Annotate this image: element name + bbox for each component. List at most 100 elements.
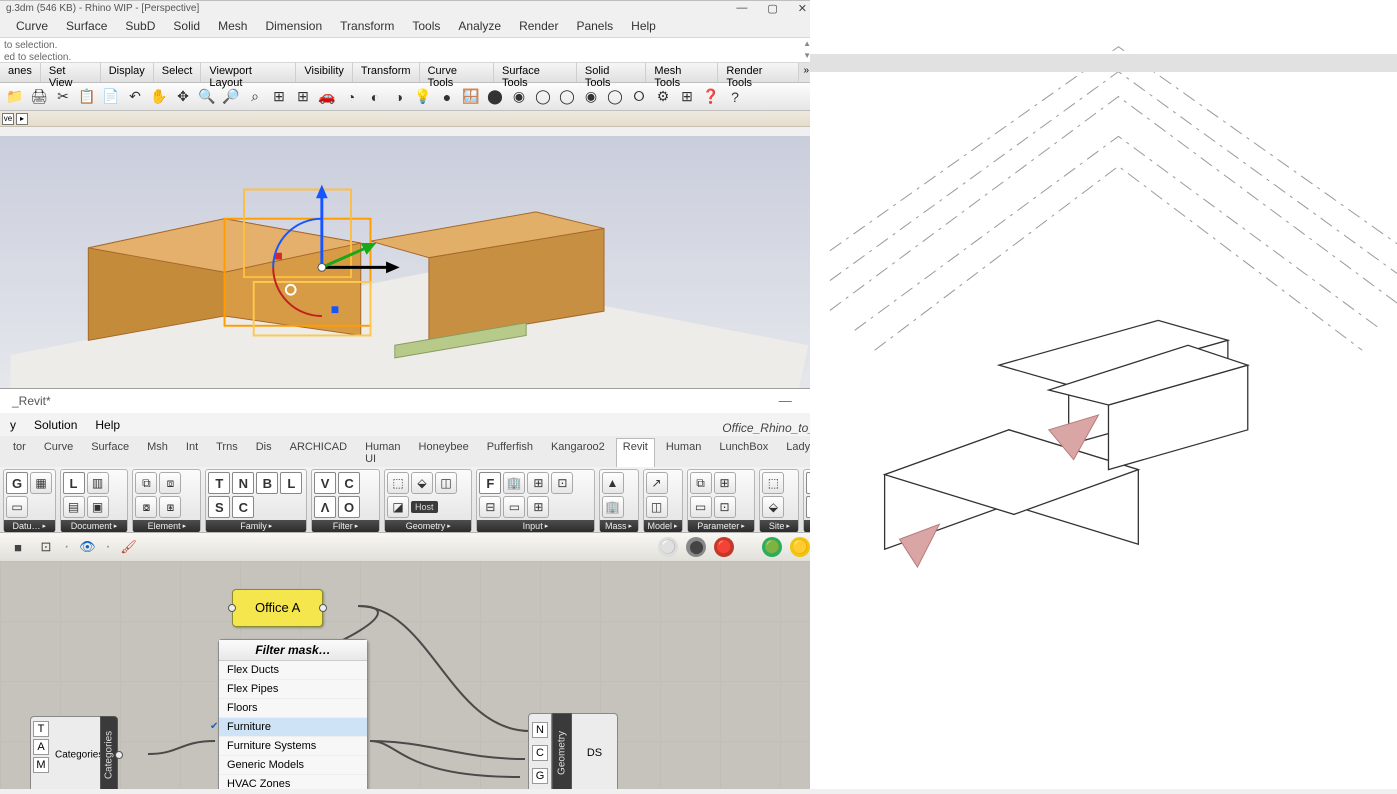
ribbon-panel-expand-icon[interactable]: ▸ xyxy=(43,522,47,530)
ribbon-tab-curve[interactable]: Curve xyxy=(37,438,80,467)
menu-subd[interactable]: SubD xyxy=(125,19,155,33)
toolbar-button-3[interactable]: 📋 xyxy=(76,86,98,108)
toolbar-button-9[interactable]: 🔎 xyxy=(220,86,242,108)
ribbon-tab-tor[interactable]: tor xyxy=(6,438,33,467)
ribbon-tool-icon[interactable]: ⊞ xyxy=(527,496,549,518)
toolbar-button-18[interactable]: ● xyxy=(436,86,458,108)
value-list-item[interactable]: Furniture Systems xyxy=(219,737,367,756)
ribbon-tab-surface[interactable]: Surface xyxy=(84,438,136,467)
shade-mode-icon[interactable]: ⚪ xyxy=(658,537,678,557)
toolbar-button-13[interactable]: 🚗 xyxy=(316,86,338,108)
minimize-button[interactable]: — xyxy=(779,393,792,409)
preview-color-icon[interactable]: 🟢 xyxy=(762,537,782,557)
node-input-port[interactable]: N xyxy=(532,722,548,738)
ribbon-tool-icon[interactable]: 🏢 xyxy=(503,472,525,494)
menu-solid[interactable]: Solid xyxy=(173,19,200,33)
ribbon-tool-icon[interactable]: ⊟ xyxy=(479,496,501,518)
menu-dimension[interactable]: Dimension xyxy=(265,19,322,33)
menu-mesh[interactable]: Mesh xyxy=(218,19,247,33)
toolbar-button-4[interactable]: 📄 xyxy=(100,86,122,108)
ribbon-key-button[interactable]: S xyxy=(208,496,230,518)
toolbar-button-8[interactable]: 🔍 xyxy=(196,86,218,108)
toolbar-button-24[interactable]: ◉ xyxy=(580,86,602,108)
toolbar-button-28[interactable]: ⊞ xyxy=(676,86,698,108)
ribbon-tool-icon[interactable]: ▦ xyxy=(30,472,52,494)
node-input-grip[interactable] xyxy=(228,604,236,612)
tab-transform[interactable]: Transform xyxy=(353,63,420,82)
ribbon-tool-icon[interactable]: ▣ xyxy=(87,496,109,518)
value-list-item[interactable]: Flex Ducts xyxy=(219,661,367,680)
ribbon-tool-icon[interactable]: 🏢 xyxy=(602,496,624,518)
shade-mode-icon[interactable]: 🔴 xyxy=(714,537,734,557)
tab-render-tools[interactable]: Render Tools xyxy=(718,63,799,82)
value-list-item[interactable]: Furniture xyxy=(219,718,367,737)
ribbon-key-button[interactable]: O xyxy=(338,496,360,518)
menu-solution[interactable]: Solution xyxy=(34,418,77,432)
ribbon-tool-icon[interactable]: ⬙ xyxy=(411,472,433,494)
ribbon-panel-expand-icon[interactable]: ▸ xyxy=(674,522,678,530)
node-output-grip[interactable] xyxy=(115,751,123,759)
tab-select[interactable]: Select xyxy=(154,63,202,82)
preview-eye-icon[interactable]: 👁 xyxy=(77,537,97,557)
node-input-port[interactable]: M xyxy=(33,757,49,773)
ribbon-key-button[interactable]: C xyxy=(232,496,254,518)
ribbon-panel-expand-icon[interactable]: ▸ xyxy=(269,522,273,530)
ribbon-tab-msh[interactable]: Msh xyxy=(140,438,175,467)
ribbon-tab-kangaroo2[interactable]: Kangaroo2 xyxy=(544,438,612,467)
rhino-perspective-viewport[interactable] xyxy=(0,136,813,389)
toolbar-button-11[interactable]: ⊞ xyxy=(268,86,290,108)
node-input-port[interactable]: C xyxy=(532,745,548,761)
toolbar-button-16[interactable]: ◑ xyxy=(388,86,410,108)
ribbon-tab-human[interactable]: Human xyxy=(659,438,708,467)
ribbon-key-button[interactable]: L xyxy=(63,472,85,494)
ribbon-tab-archicad[interactable]: ARCHICAD xyxy=(283,438,354,467)
ribbon-key-button[interactable]: Λ xyxy=(314,496,336,518)
toolbar-button-21[interactable]: ◉ xyxy=(508,86,530,108)
ribbon-key-button[interactable]: N xyxy=(232,472,254,494)
toolbar-button-27[interactable]: ⚙ xyxy=(652,86,674,108)
viewport-tab-dropdown-icon[interactable]: ▸ xyxy=(16,113,28,125)
ribbon-tool-icon[interactable]: ⬚ xyxy=(387,472,409,494)
menu-transform[interactable]: Transform xyxy=(340,19,394,33)
toolbar-button-5[interactable]: ↶ xyxy=(124,86,146,108)
ribbon-panel-expand-icon[interactable]: ▸ xyxy=(355,522,359,530)
ribbon-tool-icon[interactable]: ▭ xyxy=(503,496,525,518)
toolbar-button-0[interactable]: 📁 xyxy=(4,86,26,108)
save-icon[interactable]: ■ xyxy=(8,537,28,557)
ribbon-tool-icon[interactable]: ▭ xyxy=(690,496,712,518)
zoom-fit-icon[interactable]: ⊡ xyxy=(36,537,56,557)
ribbon-tool-icon[interactable]: ⧆ xyxy=(159,496,181,518)
gh-canvas[interactable]: Office A Filter mask… Flex DuctsFlex Pip… xyxy=(0,561,859,789)
maximize-button[interactable]: ▢ xyxy=(767,2,777,15)
ribbon-tool-icon[interactable]: ⬚ xyxy=(762,472,784,494)
ribbon-panel-expand-icon[interactable]: ▸ xyxy=(114,522,118,530)
ribbon-tool-icon[interactable]: ⧉ xyxy=(690,472,712,494)
toolbar-button-15[interactable]: ◐ xyxy=(364,86,386,108)
preview-color-icon[interactable]: 🟡 xyxy=(790,537,810,557)
toolbar-button-2[interactable]: ✂ xyxy=(52,86,74,108)
tab-cplanes[interactable]: anes xyxy=(0,63,41,82)
tab-solid-tools[interactable]: Solid Tools xyxy=(577,63,647,82)
menu-panels[interactable]: Panels xyxy=(576,19,613,33)
gh-panel-node-office[interactable]: Office A xyxy=(232,589,323,627)
ribbon-panel-expand-icon[interactable]: ▸ xyxy=(545,522,549,530)
toolbar-button-17[interactable]: 💡 xyxy=(412,86,434,108)
toolbar-button-29[interactable]: ❓ xyxy=(700,86,722,108)
ribbon-panel-expand-icon[interactable]: ▸ xyxy=(629,522,633,530)
toolbar-button-22[interactable]: ◯ xyxy=(532,86,554,108)
viewport-tab-label[interactable]: ve xyxy=(2,113,14,125)
ribbon-tool-icon[interactable]: ◫ xyxy=(435,472,457,494)
toolbar-button-25[interactable]: ◯ xyxy=(604,86,626,108)
ribbon-key-button[interactable]: T xyxy=(208,472,230,494)
menu-curve[interactable]: Curve xyxy=(16,19,48,33)
revit-view[interactable] xyxy=(810,0,1397,789)
close-button[interactable]: ✕ xyxy=(798,2,807,15)
ribbon-tool-icon[interactable]: ↗ xyxy=(646,472,668,494)
ribbon-tool-icon[interactable]: ⊡ xyxy=(714,496,736,518)
tab-mesh-tools[interactable]: Mesh Tools xyxy=(646,63,718,82)
toolbar-button-1[interactable]: 🖨 xyxy=(28,86,50,108)
tab-display[interactable]: Display xyxy=(101,63,154,82)
ribbon-tab-human ui[interactable]: Human UI xyxy=(358,438,407,467)
menu-help[interactable]: Help xyxy=(95,418,120,432)
gh-geometry-node[interactable]: N C G Geometry DS xyxy=(528,713,618,789)
